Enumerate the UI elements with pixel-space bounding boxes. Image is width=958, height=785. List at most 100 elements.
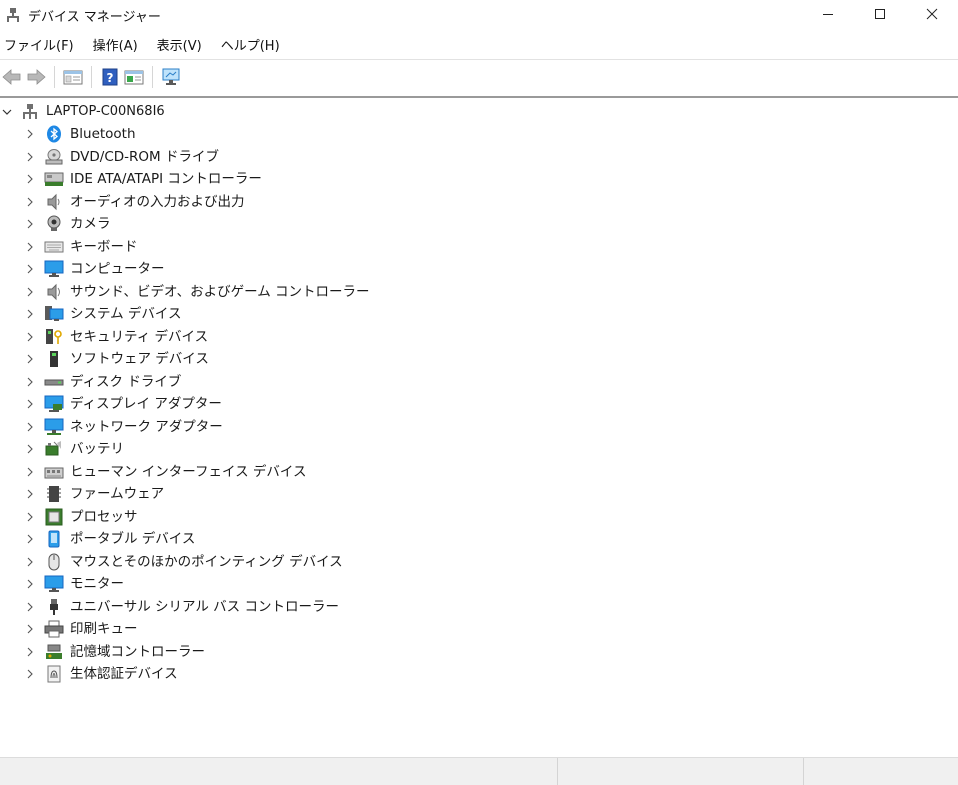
chevron-right-icon[interactable] xyxy=(26,596,34,618)
chevron-right-icon[interactable] xyxy=(26,618,34,640)
status-pane-main xyxy=(0,758,558,785)
chevron-right-icon[interactable] xyxy=(26,506,34,528)
tree-item[interactable]: ネットワーク アダプター xyxy=(0,416,958,439)
chevron-right-icon[interactable] xyxy=(26,416,34,438)
toolbar-divider xyxy=(152,66,153,88)
svg-text:?: ? xyxy=(107,71,114,85)
chevron-right-icon[interactable] xyxy=(26,236,34,258)
properties-icon xyxy=(124,70,144,85)
window-title: デバイス マネージャー xyxy=(28,9,161,25)
chevron-right-icon[interactable] xyxy=(26,371,34,393)
back-arrow-icon xyxy=(2,69,21,85)
menu-action[interactable]: 操作(A) xyxy=(89,36,142,58)
tree-item[interactable]: バッテリ xyxy=(0,438,958,461)
chevron-right-icon[interactable] xyxy=(26,258,34,280)
tree-item-label: ユニバーサル シリアル バス コントローラー xyxy=(70,598,339,615)
tree-item[interactable]: Bluetooth xyxy=(0,123,958,146)
back-button[interactable] xyxy=(0,65,24,89)
tree-item[interactable]: ポータブル デバイス xyxy=(0,528,958,551)
chevron-right-icon[interactable] xyxy=(26,393,34,415)
tree-item[interactable]: ソフトウェア デバイス xyxy=(0,348,958,371)
tree-item-label: プロセッサ xyxy=(70,508,138,525)
minimize-button[interactable] xyxy=(802,0,854,28)
menu-bar: ファイル(F) 操作(A) 表示(V) ヘルプ(H) xyxy=(0,35,958,59)
show-hide-console-tree-icon xyxy=(63,70,83,85)
ide-controller-icon xyxy=(44,170,64,188)
chevron-down-icon[interactable] xyxy=(2,101,12,123)
chevron-right-icon[interactable] xyxy=(26,438,34,460)
chevron-right-icon[interactable] xyxy=(26,348,34,370)
forward-button[interactable] xyxy=(24,65,48,89)
close-icon xyxy=(926,8,938,20)
menu-help[interactable]: ヘルプ(H) xyxy=(217,36,284,58)
chevron-right-icon[interactable] xyxy=(26,191,34,213)
tree-item-label: ソフトウェア デバイス xyxy=(70,351,209,367)
console-tree-button[interactable] xyxy=(61,65,85,89)
chevron-right-icon[interactable] xyxy=(26,663,34,685)
help-button[interactable]: ? xyxy=(98,65,122,89)
menu-file[interactable]: ファイル(F) xyxy=(0,36,78,58)
properties-button[interactable] xyxy=(122,65,146,89)
tree-item[interactable]: オーディオの入力および出力 xyxy=(0,191,958,214)
chevron-right-icon[interactable] xyxy=(26,303,34,325)
tree-item-label: Bluetooth xyxy=(70,126,136,142)
scan-hardware-icon xyxy=(162,68,180,85)
content-border xyxy=(0,96,958,98)
menu-view[interactable]: 表示(V) xyxy=(153,36,206,58)
tree-item[interactable]: ファームウェア xyxy=(0,483,958,506)
tree-item[interactable]: ディスプレイ アダプター xyxy=(0,393,958,416)
tree-item[interactable]: モニター xyxy=(0,573,958,596)
system-device-icon xyxy=(44,305,64,323)
tree-item[interactable]: ディスク ドライブ xyxy=(0,371,958,394)
hid-icon xyxy=(44,463,64,481)
tree-item-label: モニター xyxy=(70,576,124,592)
maximize-button[interactable] xyxy=(854,0,906,28)
tree-item[interactable]: ユニバーサル シリアル バス コントローラー xyxy=(0,596,958,619)
tree-item-label: ファームウェア xyxy=(70,486,165,502)
status-pane-secondary xyxy=(558,758,804,785)
tree-item[interactable]: プロセッサ xyxy=(0,506,958,529)
tree-item[interactable]: 生体認証デバイス xyxy=(0,663,958,686)
scan-hardware-button[interactable] xyxy=(159,65,183,89)
chevron-right-icon[interactable] xyxy=(26,551,34,573)
bluetooth-icon xyxy=(44,125,64,143)
tree-item[interactable]: キーボード xyxy=(0,236,958,259)
chevron-right-icon[interactable] xyxy=(26,168,34,190)
chevron-right-icon[interactable] xyxy=(26,326,34,348)
window-controls xyxy=(802,0,958,30)
tree-item-label: 印刷キュー xyxy=(70,621,138,637)
tree-item[interactable]: ヒューマン インターフェイス デバイス xyxy=(0,461,958,484)
storage-controller-icon xyxy=(44,643,64,661)
computer-network-icon xyxy=(21,103,39,121)
chevron-right-icon[interactable] xyxy=(26,641,34,663)
chevron-right-icon[interactable] xyxy=(26,146,34,168)
tree-item[interactable]: マウスとそのほかのポインティング デバイス xyxy=(0,551,958,574)
chevron-right-icon[interactable] xyxy=(26,123,34,145)
chevron-right-icon[interactable] xyxy=(26,213,34,235)
tree-item-label: ディスク ドライブ xyxy=(70,373,182,390)
chevron-right-icon[interactable] xyxy=(26,573,34,595)
mouse-icon xyxy=(44,553,64,571)
chevron-right-icon[interactable] xyxy=(26,281,34,303)
chevron-right-icon[interactable] xyxy=(26,528,34,550)
software-device-icon xyxy=(44,350,64,368)
tree-item-label: ポータブル デバイス xyxy=(70,531,196,547)
tree-item[interactable]: DVD/CD-ROM ドライブ xyxy=(0,146,958,169)
tree-item[interactable]: システム デバイス xyxy=(0,303,958,326)
maximize-icon xyxy=(875,9,885,19)
sound-icon xyxy=(44,283,64,301)
tree-item[interactable]: 記憶域コントローラー xyxy=(0,641,958,664)
tree-item[interactable]: セキュリティ デバイス xyxy=(0,326,958,349)
tree-item[interactable]: サウンド、ビデオ、およびゲーム コントローラー xyxy=(0,281,958,304)
tree-item-label: カメラ xyxy=(70,216,111,232)
tree-item[interactable]: 印刷キュー xyxy=(0,618,958,641)
chevron-right-icon[interactable] xyxy=(26,483,34,505)
tree-item[interactable]: コンピューター xyxy=(0,258,958,281)
chevron-right-icon[interactable] xyxy=(26,461,34,483)
tree-item[interactable]: IDE ATA/ATAPI コントローラー xyxy=(0,168,958,191)
toolbar: ? xyxy=(0,62,958,92)
tree-item[interactable]: カメラ xyxy=(0,213,958,236)
tree-item-label: オーディオの入力および出力 xyxy=(70,193,245,210)
display-adapter-icon xyxy=(44,395,64,413)
close-button[interactable] xyxy=(906,0,958,28)
